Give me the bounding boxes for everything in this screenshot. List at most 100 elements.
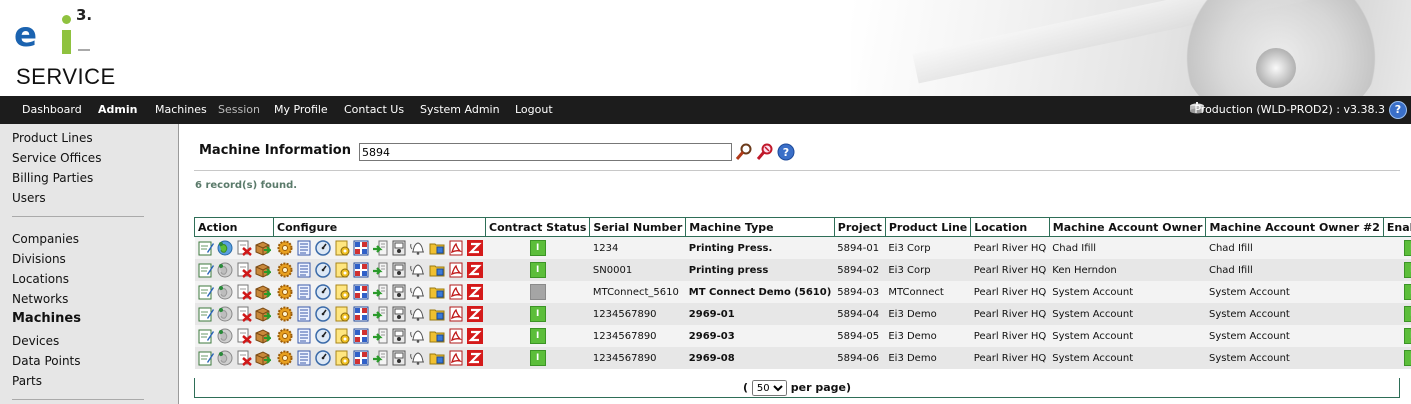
import-icon[interactable]: [372, 284, 388, 300]
sidebar-item-billing-parties[interactable]: Billing Parties: [12, 171, 93, 185]
column-header-contract-status[interactable]: Contract Status: [484, 217, 591, 237]
enabled-badge[interactable]: I: [1403, 262, 1411, 278]
pdf-icon[interactable]: [448, 306, 464, 322]
sidebar-item-networks[interactable]: Networks: [12, 292, 68, 306]
sidebar-item-locations[interactable]: Locations: [12, 272, 69, 286]
gauge-icon[interactable]: [314, 284, 331, 300]
edit-icon[interactable]: [198, 306, 214, 322]
edit-icon[interactable]: [198, 328, 214, 344]
delete-icon[interactable]: [236, 284, 252, 300]
z-icon[interactable]: [466, 262, 483, 278]
grid-icon[interactable]: [353, 240, 369, 256]
edit-icon[interactable]: [198, 262, 214, 278]
delete-icon[interactable]: [236, 328, 252, 344]
grid-icon[interactable]: [353, 328, 369, 344]
globe-icon[interactable]: [217, 240, 233, 256]
device-icon[interactable]: [391, 240, 407, 256]
column-header-location[interactable]: Location: [970, 217, 1050, 237]
sidebar-item-machines[interactable]: Machines: [12, 311, 81, 326]
ei3-logo[interactable]: e 3.: [14, 4, 94, 60]
move-icon[interactable]: [255, 262, 272, 278]
list-icon[interactable]: [296, 306, 312, 322]
column-header-machine-account-owner-2[interactable]: Machine Account Owner #2: [1205, 217, 1384, 237]
device-icon[interactable]: [391, 284, 407, 300]
folder-icon[interactable]: [429, 240, 445, 256]
gear-icon[interactable]: [277, 240, 293, 256]
alarm-bell-icon[interactable]: [409, 284, 426, 300]
folder-icon[interactable]: [429, 350, 445, 366]
pdf-icon[interactable]: [448, 350, 464, 366]
grid-icon[interactable]: [353, 306, 369, 322]
machine-search-input[interactable]: [359, 143, 732, 161]
folder-icon[interactable]: [429, 262, 445, 278]
import-icon[interactable]: [372, 350, 388, 366]
nav-machines[interactable]: Machines: [155, 96, 207, 124]
move-icon[interactable]: [255, 240, 272, 256]
sidebar-item-parts[interactable]: Parts: [12, 374, 42, 388]
per-page-select[interactable]: 50: [751, 380, 787, 396]
z-icon[interactable]: [466, 240, 483, 256]
list-icon[interactable]: [296, 262, 312, 278]
list-icon[interactable]: [296, 284, 312, 300]
edit-icon[interactable]: [198, 284, 214, 300]
enabled-badge[interactable]: I: [1403, 328, 1411, 344]
sidebar-item-product-lines[interactable]: Product Lines: [12, 131, 93, 145]
gauge-icon[interactable]: [314, 306, 331, 322]
nav-my-profile[interactable]: My Profile: [274, 96, 328, 124]
sidebar-item-users[interactable]: Users: [12, 191, 46, 205]
column-header-product-line[interactable]: Product Line: [884, 217, 972, 237]
document-icon[interactable]: [334, 350, 350, 366]
device-icon[interactable]: [391, 328, 407, 344]
device-icon[interactable]: [391, 306, 407, 322]
enabled-badge[interactable]: I: [1403, 306, 1411, 322]
gauge-icon[interactable]: [314, 328, 331, 344]
gear-icon[interactable]: [277, 284, 293, 300]
nav-admin[interactable]: Admin: [98, 96, 137, 124]
nav-dashboard[interactable]: Dashboard: [22, 96, 82, 124]
column-header-machine-type[interactable]: Machine Type: [685, 217, 835, 237]
nav-contact-us[interactable]: Contact Us: [344, 96, 404, 124]
sidebar-item-divisions[interactable]: Divisions: [12, 252, 66, 266]
gear-icon[interactable]: [277, 262, 293, 278]
move-icon[interactable]: [255, 306, 272, 322]
column-header-machine-account-owner[interactable]: Machine Account Owner: [1048, 217, 1207, 237]
globe-icon[interactable]: [217, 350, 233, 366]
sidebar-item-companies[interactable]: Companies: [12, 232, 79, 246]
nav-system-admin[interactable]: System Admin: [420, 96, 500, 124]
z-icon[interactable]: [466, 350, 483, 366]
gear-icon[interactable]: [277, 350, 293, 366]
list-icon[interactable]: [296, 328, 312, 344]
nav-logout[interactable]: Logout: [515, 96, 553, 124]
list-icon[interactable]: [296, 240, 312, 256]
delete-icon[interactable]: [236, 240, 252, 256]
column-header-serial-number[interactable]: Serial Number: [589, 217, 687, 237]
edit-icon[interactable]: [198, 240, 214, 256]
folder-icon[interactable]: [429, 306, 445, 322]
move-icon[interactable]: [255, 284, 272, 300]
document-icon[interactable]: [334, 328, 350, 344]
import-icon[interactable]: [372, 240, 388, 256]
globe-icon[interactable]: [217, 262, 233, 278]
device-icon[interactable]: [391, 262, 407, 278]
document-icon[interactable]: [334, 240, 350, 256]
import-icon[interactable]: [372, 306, 388, 322]
column-header-enabled[interactable]: Enabled: [1382, 217, 1411, 237]
enabled-badge[interactable]: I: [1403, 284, 1411, 300]
document-icon[interactable]: [334, 262, 350, 278]
enabled-badge[interactable]: I: [1403, 350, 1411, 366]
folder-icon[interactable]: [429, 284, 445, 300]
z-icon[interactable]: [466, 328, 483, 344]
document-icon[interactable]: [334, 284, 350, 300]
globe-icon[interactable]: [217, 284, 233, 300]
sidebar-item-devices[interactable]: Devices: [12, 334, 59, 348]
alarm-bell-icon[interactable]: [409, 306, 426, 322]
pdf-icon[interactable]: [448, 262, 464, 278]
grid-icon[interactable]: [353, 284, 369, 300]
gear-icon[interactable]: [277, 306, 293, 322]
delete-icon[interactable]: [236, 262, 252, 278]
document-icon[interactable]: [334, 306, 350, 322]
globe-icon[interactable]: [217, 328, 233, 344]
globe-icon[interactable]: [217, 306, 233, 322]
list-icon[interactable]: [296, 350, 312, 366]
z-icon[interactable]: [466, 284, 483, 300]
